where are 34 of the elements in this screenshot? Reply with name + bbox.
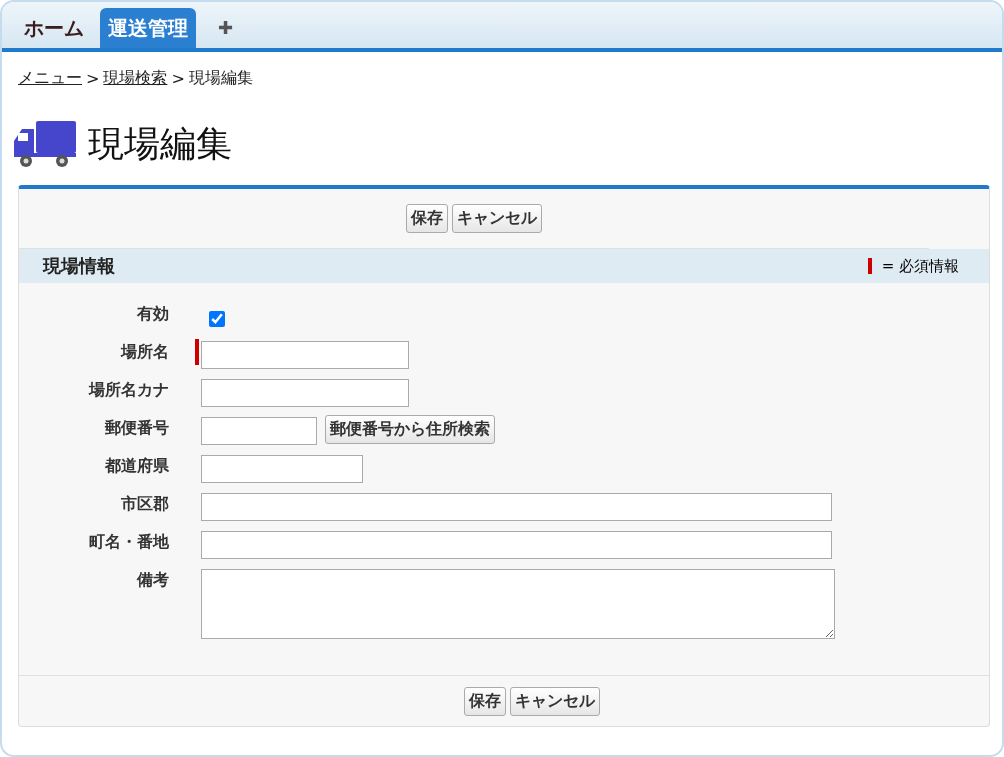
tab[interactable]: ホーム bbox=[16, 8, 92, 48]
breadcrumb-separator: > bbox=[86, 69, 100, 88]
add-tab-button[interactable]: ✚ bbox=[204, 8, 247, 48]
required-legend: = 必須情報 bbox=[881, 256, 959, 276]
truck-icon bbox=[12, 119, 76, 169]
input-field[interactable] bbox=[201, 379, 409, 407]
breadcrumb-link[interactable]: 現場検索 bbox=[103, 68, 168, 89]
input-field[interactable] bbox=[201, 531, 832, 559]
form-button[interactable]: キャンセル bbox=[452, 204, 542, 233]
field-label: 有効 bbox=[136, 303, 169, 325]
breadcrumb-link[interactable]: メニュー bbox=[18, 68, 82, 89]
field-label: 場所名 bbox=[119, 341, 169, 363]
form-button[interactable]: 保存 bbox=[463, 687, 506, 716]
section-title: 現場情報 bbox=[43, 254, 115, 278]
input-field[interactable] bbox=[201, 455, 363, 483]
input-field[interactable] bbox=[201, 493, 832, 521]
field-label: 備考 bbox=[135, 569, 169, 591]
form-button[interactable]: キャンセル bbox=[509, 687, 600, 716]
breadcrumb-separator: > bbox=[171, 69, 185, 88]
field-label: 町名・番地 bbox=[88, 531, 169, 553]
tab[interactable]: 運送管理 bbox=[100, 8, 196, 48]
input-field[interactable] bbox=[201, 341, 409, 369]
field-label: 都道府県 bbox=[104, 455, 169, 477]
breadcrumb-current: 現場編集 bbox=[188, 68, 253, 89]
page-title: 現場編集 bbox=[88, 121, 232, 166]
required-marker-icon bbox=[867, 258, 872, 274]
input-field[interactable] bbox=[201, 417, 317, 445]
text-area[interactable] bbox=[201, 569, 835, 639]
field-label: 市区郡 bbox=[120, 493, 169, 515]
form-button[interactable]: 保存 bbox=[406, 204, 448, 233]
checkbox[interactable] bbox=[209, 311, 225, 327]
field-label: 郵便番号 bbox=[104, 417, 169, 439]
field-label: 場所名カナ bbox=[87, 379, 169, 401]
address-search-button[interactable]: 郵便番号から住所検索 bbox=[325, 415, 495, 444]
